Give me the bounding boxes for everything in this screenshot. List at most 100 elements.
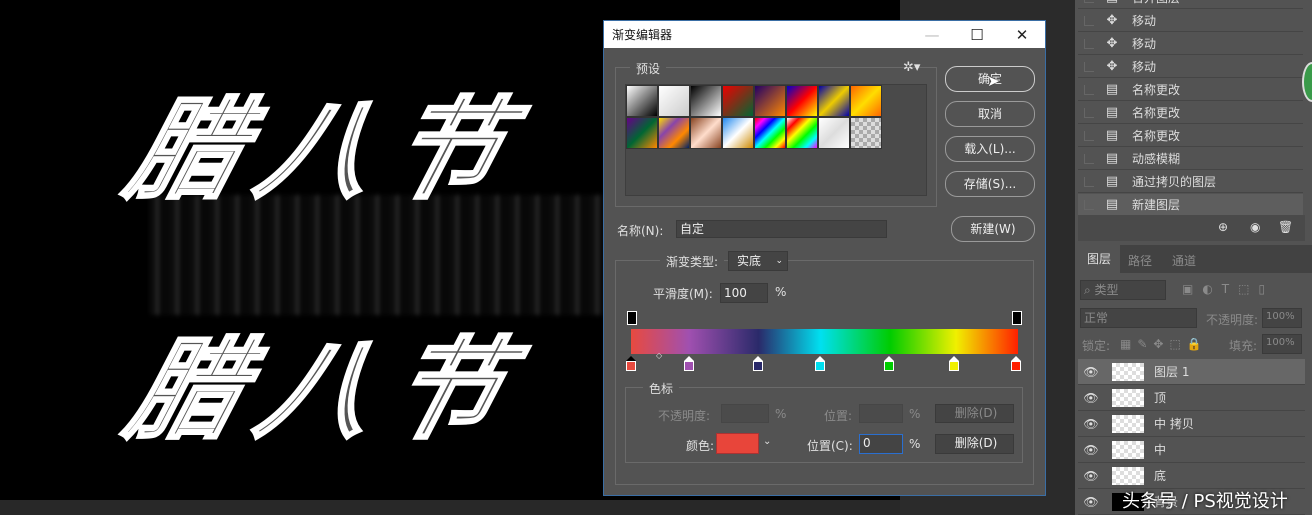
filter-label: 类型	[1094, 283, 1119, 297]
save-button[interactable]: 存储(S)...	[945, 171, 1035, 197]
color-stop[interactable]	[949, 356, 960, 371]
history-label: 移动	[1132, 60, 1157, 74]
opacity-input	[721, 404, 769, 423]
history-item[interactable]: ▤ 合并图层	[1078, 0, 1303, 9]
smoothness-input[interactable]: 100	[720, 283, 768, 303]
minimize-button[interactable]: —	[909, 21, 955, 48]
snapshot-checkbox[interactable]	[1084, 199, 1094, 210]
layer-row[interactable]: 👁 图层 1	[1078, 359, 1305, 385]
lock-label: 锁定:	[1082, 339, 1111, 353]
gradient-type-select[interactable]: 实底 ⌄	[728, 251, 788, 271]
preset-swatch[interactable]	[754, 85, 786, 117]
fill-input[interactable]: 100%	[1262, 334, 1302, 354]
preset-swatch[interactable]	[786, 117, 818, 149]
opacity-stop-left[interactable]	[627, 311, 637, 325]
preset-swatch[interactable]	[690, 117, 722, 149]
layer-filter-select[interactable]: ⌕ 类型	[1080, 280, 1166, 300]
history-item[interactable]: ▤ 名称更改	[1078, 102, 1303, 124]
color-stop[interactable]	[1011, 356, 1021, 371]
snapshot-checkbox[interactable]	[1084, 130, 1094, 141]
preset-swatch[interactable]	[818, 85, 850, 117]
history-label: 动感模糊	[1132, 152, 1181, 166]
preset-swatch[interactable]	[818, 117, 850, 149]
chevron-down-icon: ⌄	[775, 256, 783, 266]
gear-icon[interactable]: ✲▾	[903, 60, 920, 75]
lock-icons[interactable]: ▦✎✥⬚🔒	[1120, 337, 1208, 351]
tab-layers[interactable]: 图层	[1078, 245, 1120, 273]
chevron-down-icon[interactable]: ⌄	[763, 436, 771, 447]
layer-row[interactable]: 👁 底	[1078, 463, 1305, 489]
snapshot-checkbox[interactable]	[1084, 84, 1094, 95]
tab-paths[interactable]: 路径	[1128, 252, 1152, 269]
color-delete-button[interactable]: 删除(D)	[935, 434, 1014, 454]
layer-row[interactable]: 👁 中	[1078, 437, 1305, 463]
opacity-label: 不透明度:	[1206, 313, 1259, 327]
history-item[interactable]: ▤ 名称更改	[1078, 125, 1303, 147]
name-input[interactable]: 自定	[676, 220, 887, 238]
color-swatch[interactable]	[716, 433, 759, 454]
preset-swatch[interactable]	[786, 85, 818, 117]
history-item[interactable]: ▤ 新建图层	[1078, 194, 1303, 216]
history-item[interactable]: ✥ 移动	[1078, 56, 1303, 78]
opacity-position-label: 位置:	[824, 409, 853, 423]
layer-row[interactable]: 👁 中 拷贝	[1078, 411, 1305, 437]
snapshot-checkbox[interactable]	[1084, 38, 1094, 49]
trash-icon[interactable]: 🗑	[1278, 220, 1293, 234]
maximize-button[interactable]: ☐	[954, 21, 1000, 48]
preset-swatch[interactable]	[626, 117, 658, 149]
preset-swatch[interactable]	[626, 85, 658, 117]
snapshot-checkbox[interactable]	[1084, 61, 1094, 72]
move-icon: ✥	[1106, 59, 1118, 74]
preset-swatch[interactable]	[722, 117, 754, 149]
close-button[interactable]: ✕	[999, 21, 1045, 48]
snapshot-checkbox[interactable]	[1084, 15, 1094, 26]
history-item[interactable]: ✥ 移动	[1078, 10, 1303, 32]
name-label: 名称(N):	[617, 224, 664, 238]
gradient-bar[interactable]	[631, 329, 1018, 354]
snapshot-checkbox[interactable]	[1084, 0, 1094, 3]
history-item[interactable]: ✥ 移动	[1078, 33, 1303, 55]
color-stop[interactable]	[683, 356, 694, 371]
preset-swatch[interactable]	[850, 117, 882, 149]
new-button[interactable]: 新建(W)	[951, 216, 1035, 242]
history-item[interactable]: ▤ 通过拷贝的图层	[1078, 171, 1303, 193]
document-icon: ▤	[1105, 197, 1119, 212]
eye-icon[interactable]: 👁	[1078, 417, 1104, 431]
preset-swatch[interactable]	[754, 117, 786, 149]
eye-icon[interactable]: 👁	[1078, 443, 1104, 457]
color-position-input[interactable]: 0	[859, 434, 903, 454]
blend-mode-select[interactable]: 正常	[1080, 308, 1197, 328]
eye-icon[interactable]: 👁	[1078, 469, 1104, 483]
preset-swatch[interactable]	[722, 85, 754, 117]
load-button[interactable]: 载入(L)...	[945, 136, 1035, 162]
snapshot-checkbox[interactable]	[1084, 107, 1094, 118]
layer-thumbnail	[1112, 388, 1144, 407]
opacity-stop-right[interactable]	[1012, 311, 1022, 325]
filter-icons[interactable]: ▣◐T⬚▯	[1182, 282, 1274, 296]
preset-swatch[interactable]	[850, 85, 882, 117]
tab-channels[interactable]: 通道	[1172, 252, 1196, 269]
new-document-icon[interactable]: ⊕	[1218, 220, 1228, 234]
preset-swatch[interactable]	[690, 85, 722, 117]
layer-opacity-input[interactable]: 100%	[1262, 308, 1302, 328]
cancel-button[interactable]: 取消	[945, 101, 1035, 127]
snapshot-checkbox[interactable]	[1084, 153, 1094, 164]
history-item[interactable]: ▤ 名称更改	[1078, 79, 1303, 101]
color-stop[interactable]	[753, 356, 764, 371]
color-stop[interactable]	[883, 356, 894, 371]
midpoint-diamond-icon[interactable]: ◇	[656, 351, 662, 360]
history-item[interactable]: ▤ 动感模糊	[1078, 148, 1303, 170]
eye-icon[interactable]: 👁	[1078, 391, 1104, 405]
eye-icon[interactable]: 👁	[1078, 495, 1104, 509]
preset-swatch[interactable]	[658, 117, 690, 149]
camera-icon[interactable]: ◉	[1250, 220, 1260, 234]
layer-row[interactable]: 👁 顶	[1078, 385, 1305, 411]
color-stop[interactable]	[626, 356, 636, 371]
layer-name: 底	[1154, 469, 1167, 483]
preset-swatch[interactable]	[658, 85, 690, 117]
eye-icon[interactable]: 👁	[1078, 365, 1104, 379]
move-icon: ✥	[1106, 13, 1118, 28]
color-stop[interactable]	[814, 356, 825, 371]
presets-label: 预设	[630, 60, 667, 77]
snapshot-checkbox[interactable]	[1084, 176, 1094, 187]
